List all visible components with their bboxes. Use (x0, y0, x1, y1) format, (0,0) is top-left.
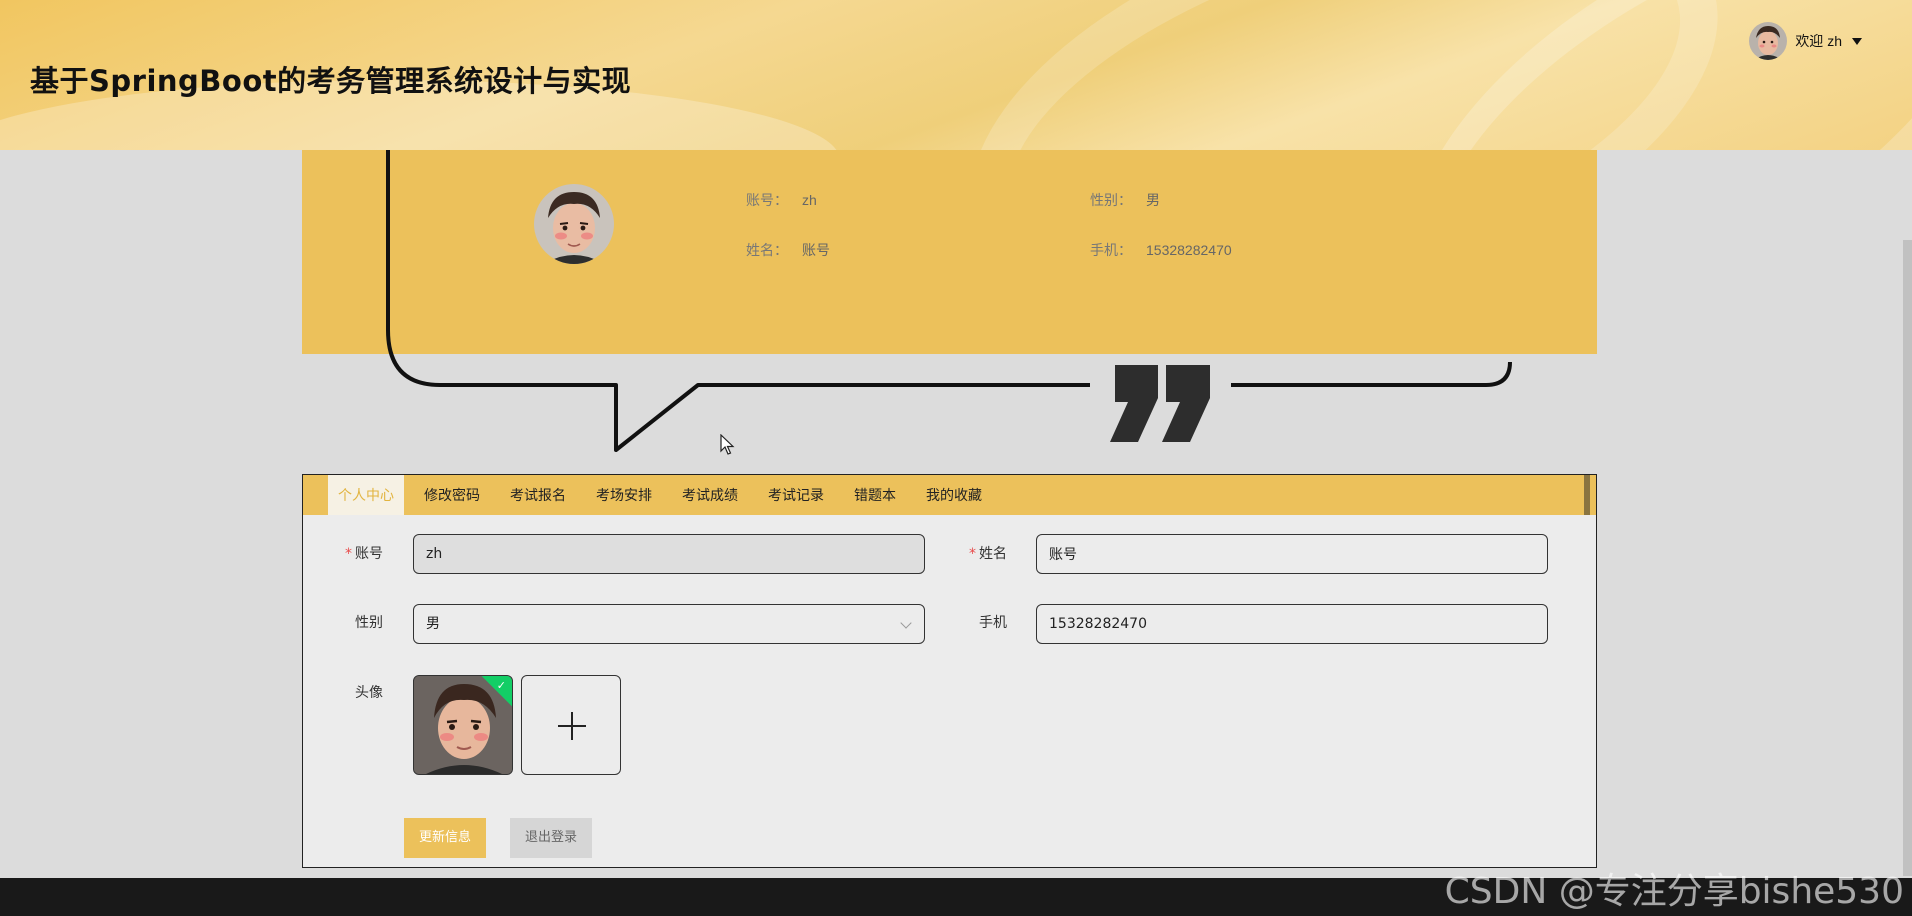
phone-label: 手机 (979, 615, 1007, 631)
tab-personal-center[interactable]: 个人中心 (328, 475, 404, 515)
page-scrollbar[interactable] (1903, 240, 1912, 876)
account-label: * 账号 (345, 546, 383, 562)
tab-bar: 个人中心 修改密码 考试报名 考场安排 考试成绩 考试记录 错题本 我的收藏 (303, 475, 1596, 515)
phone-input[interactable] (1036, 604, 1548, 644)
avatar-label: 头像 (355, 685, 383, 701)
tab-exam-records[interactable]: 考试记录 (758, 475, 834, 515)
personal-center-panel: 个人中心 修改密码 考试报名 考场安排 考试成绩 考试记录 错题本 我的收藏 *… (302, 474, 1597, 868)
tab-my-favorites[interactable]: 我的收藏 (916, 475, 992, 515)
gender-selected-value: 男 (426, 616, 440, 632)
gender-label: 性别 (355, 615, 383, 631)
quote-mark-icon (1110, 365, 1210, 442)
tab-scrollbar[interactable] (1584, 475, 1590, 515)
tab-exam-registration[interactable]: 考试报名 (500, 475, 576, 515)
account-input[interactable] (413, 534, 925, 574)
tab-exam-scores[interactable]: 考试成绩 (672, 475, 748, 515)
tab-exam-room-arrangement[interactable]: 考场安排 (586, 475, 662, 515)
chevron-down-icon (900, 617, 912, 629)
gender-select[interactable]: 男 (413, 604, 925, 644)
watermark: CSDN @专注分享bishe530 (1444, 871, 1904, 912)
logout-button[interactable]: 退出登录 (510, 818, 593, 858)
name-input[interactable] (1036, 534, 1548, 574)
update-info-button[interactable]: 更新信息 (404, 818, 487, 858)
tab-change-password[interactable]: 修改密码 (414, 475, 490, 515)
uploaded-avatar-thumbnail[interactable]: ✓ (413, 675, 513, 775)
tab-wrong-questions[interactable]: 错题本 (844, 475, 906, 515)
avatar-upload-button[interactable] (521, 675, 621, 775)
check-icon: ✓ (496, 679, 506, 692)
speech-bubble-decoration (386, 150, 1512, 452)
mouse-cursor-icon (720, 434, 735, 455)
name-label: * 姓名 (969, 546, 1007, 562)
plus-icon (571, 712, 573, 740)
